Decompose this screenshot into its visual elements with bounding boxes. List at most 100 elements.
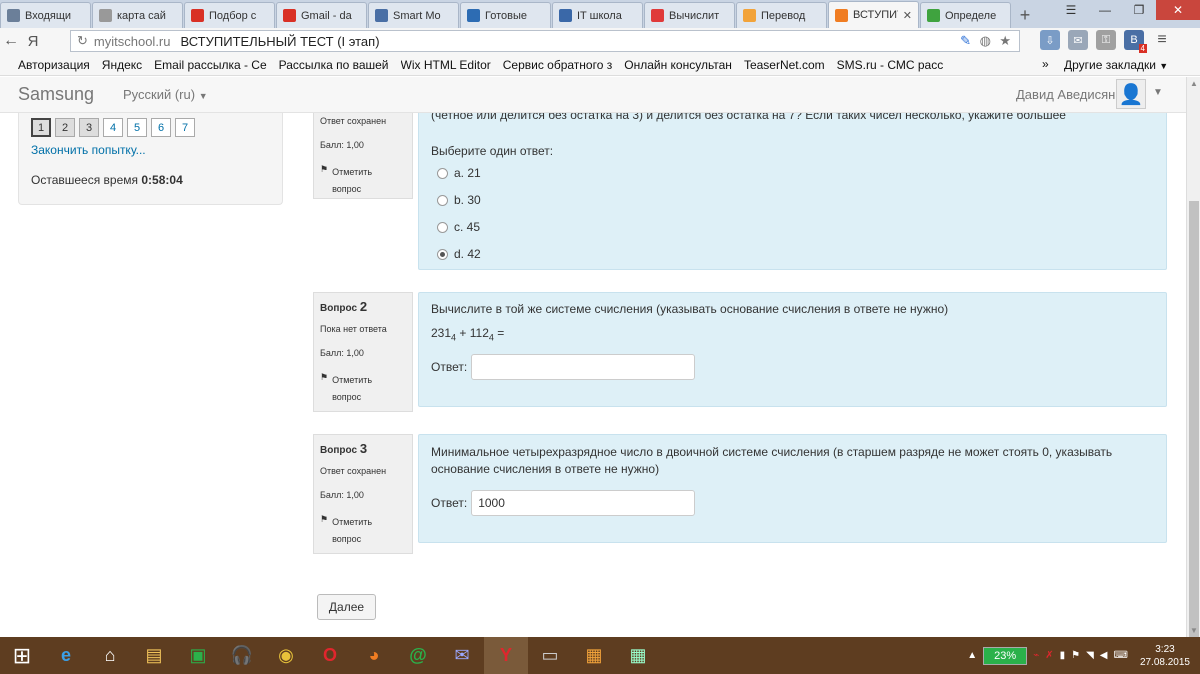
browser-tab[interactable]: карта сай [92, 2, 183, 28]
mail-extension-icon[interactable]: ✉ [1068, 30, 1088, 50]
home-icon[interactable]: ⌂ [88, 637, 132, 674]
scroll-down-icon[interactable]: ▼ [1190, 626, 1198, 635]
tray-battery-icon[interactable]: ▮ [1060, 650, 1066, 661]
start-button[interactable]: ⊞ [0, 637, 44, 674]
headphones-icon[interactable]: 🎧 [220, 637, 264, 674]
at-icon[interactable]: @ [396, 637, 440, 674]
browser-tab[interactable]: ВСТУПИТЕ ✕ [828, 1, 919, 28]
new-tab-button[interactable]: + [1012, 2, 1038, 28]
browser-tab[interactable]: Готовые [460, 2, 551, 28]
radio-button[interactable] [437, 248, 448, 260]
question-3-flag[interactable]: ⚑ Отметить вопрос [320, 514, 406, 548]
tray-flag-icon[interactable]: ⚑ [1071, 650, 1080, 661]
other-bookmarks[interactable]: Другие закладки ▼ [1064, 58, 1168, 72]
scroll-up-icon[interactable]: ▲ [1190, 79, 1198, 88]
bookmark-item[interactable]: Wix HTML Editor [401, 58, 491, 72]
question-nav-button[interactable]: 3 [79, 118, 99, 137]
question-2-answer-input[interactable] [471, 354, 696, 381]
tray-network-icon[interactable]: ◥ [1086, 650, 1094, 661]
browser-tab[interactable]: Gmail - da [276, 2, 367, 28]
download-extension-icon[interactable]: ⇩ [1040, 30, 1060, 50]
url-field[interactable]: ↻ myitschool.ru ВСТУПИТЕЛЬНЫЙ ТЕСТ (I эт… [70, 30, 1020, 52]
next-button[interactable]: Далее [317, 594, 376, 620]
office-icon[interactable]: ▦ [572, 637, 616, 674]
brush-icon[interactable]: ✎ [960, 33, 971, 49]
question-3-text: Минимальное четырехразрядное число в дво… [431, 445, 1113, 476]
bulb-icon[interactable]: ◍ [980, 33, 991, 49]
question-nav-button[interactable]: 5 [127, 118, 147, 137]
browser-menu-icon[interactable]: ≡ [1152, 30, 1172, 50]
yandex-browser-icon[interactable]: Y [484, 637, 528, 674]
bookmark-item[interactable]: Авторизация [18, 58, 90, 72]
close-tab-icon[interactable]: ✕ [903, 9, 912, 22]
browser-tab[interactable]: Подбор с [184, 2, 275, 28]
browser-tab[interactable]: Определе [920, 2, 1011, 28]
restore-button[interactable]: ❐ [1122, 0, 1156, 20]
clock[interactable]: 3:23 27.08.2015 [1140, 643, 1190, 669]
user-menu-caret-icon[interactable]: ▼ [1153, 87, 1163, 98]
bookmark-item[interactable]: TeaserNet.com [744, 58, 825, 72]
site-brand[interactable]: Samsung [18, 84, 94, 105]
answer-option[interactable]: a. 21 [437, 166, 1154, 180]
menu-icon[interactable]: ☰ [1054, 0, 1088, 20]
bookmark-item[interactable]: Рассылка по вашей [279, 58, 389, 72]
back-icon[interactable]: ← [0, 32, 22, 50]
bookmark-item[interactable]: Онлайн консультан [624, 58, 732, 72]
browser-tab[interactable]: Smart Mo [368, 2, 459, 28]
user-name[interactable]: Давид Аведисян [1016, 87, 1115, 102]
chrome-icon[interactable]: ◉ [264, 637, 308, 674]
opera-icon[interactable]: O [308, 637, 352, 674]
radio-button[interactable] [437, 221, 448, 233]
bookmark-item[interactable]: Яндекс [102, 58, 142, 72]
b-extension-icon[interactable]: В4 [1124, 30, 1147, 53]
language-menu[interactable]: Русский (ru) ▼ [123, 87, 208, 102]
finish-attempt-link[interactable]: Закончить попытку... [31, 143, 146, 157]
browser-tab[interactable]: IT школа [552, 2, 643, 28]
calculator-icon[interactable]: ▦ [616, 637, 660, 674]
question-nav-button[interactable]: 2 [55, 118, 75, 137]
bookmark-item[interactable]: SMS.ru - СМС расс [837, 58, 944, 72]
bookmarks-overflow-icon[interactable]: » [1042, 57, 1049, 71]
browser-tab[interactable]: Вычислит [644, 2, 735, 28]
browser-tab[interactable]: Перевод [736, 2, 827, 28]
answer-option[interactable]: c. 45 [437, 220, 1154, 234]
formula-eq: = [493, 326, 505, 340]
bookmark-item[interactable]: Сервис обратного з [503, 58, 612, 72]
question-nav-button[interactable]: 7 [175, 118, 195, 137]
question-nav-button[interactable]: 6 [151, 118, 171, 137]
tray-acrobat-icon[interactable]: ⌁ [1033, 650, 1039, 661]
reload-icon[interactable]: ↻ [77, 33, 88, 49]
radio-button[interactable] [437, 167, 448, 179]
bookmark-item[interactable]: Email рассылка - Се [154, 58, 267, 72]
scroll-thumb[interactable] [1189, 201, 1199, 651]
mail-app-icon[interactable]: ✉ [440, 637, 484, 674]
tray-pdf-icon[interactable]: ✗ [1045, 650, 1053, 661]
yandex-logo[interactable]: Я [22, 33, 44, 50]
question-2-flag[interactable]: ⚑ Отметить вопрос [320, 372, 406, 406]
answer-option-label: a. 21 [454, 166, 481, 180]
flag-label: Отметить вопрос [332, 375, 373, 402]
star-icon[interactable]: ★ [999, 33, 1011, 49]
question-nav-button[interactable]: 4 [103, 118, 123, 137]
question-nav-button[interactable]: 1 [31, 118, 51, 137]
close-window-button[interactable]: ✕ [1156, 0, 1200, 20]
file-explorer-icon[interactable]: ▤ [132, 637, 176, 674]
tray-expand-icon[interactable]: ▲ [967, 650, 977, 661]
internet-explorer-icon[interactable]: e [44, 637, 88, 674]
question-1-flag[interactable]: ⚑ Отметить вопрос [320, 164, 406, 198]
browser-tab[interactable]: Входящи [0, 2, 91, 28]
firefox-icon[interactable]: ◕ [352, 637, 396, 674]
battery-indicator[interactable]: 23% [983, 646, 1028, 665]
answer-option[interactable]: d. 42 [437, 247, 1154, 261]
store-icon[interactable]: ▣ [176, 637, 220, 674]
minimize-button[interactable]: — [1088, 0, 1122, 20]
question-3-answer-input[interactable] [471, 490, 696, 516]
answer-option[interactable]: b. 30 [437, 193, 1154, 207]
user-avatar[interactable]: 👤 [1116, 79, 1146, 109]
tray-keyboard-icon[interactable]: ⌨ [1114, 650, 1128, 661]
page-scrollbar[interactable]: ▲ ▼ [1186, 77, 1200, 651]
key-extension-icon[interactable]: ⚿ [1096, 30, 1116, 50]
radio-button[interactable] [437, 194, 448, 206]
tray-volume-icon[interactable]: ◀ [1100, 650, 1108, 661]
screen-icon[interactable]: ▭ [528, 637, 572, 674]
